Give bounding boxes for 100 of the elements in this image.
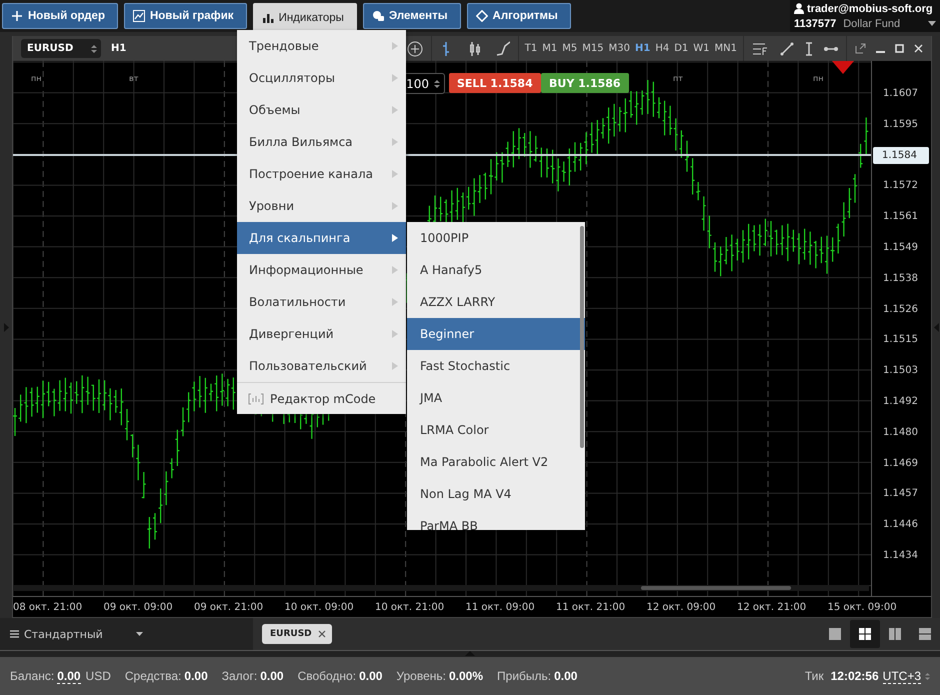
- toolbar-button[interactable]: Алгоритмы: [466, 3, 571, 29]
- timeframe-button[interactable]: M1: [542, 43, 558, 54]
- menu-item[interactable]: LRMA Color: [407, 414, 585, 446]
- submenu-arrow-icon: [392, 202, 398, 210]
- indicator-list-icon[interactable]: [752, 42, 768, 56]
- submenu-arrow-icon: [392, 74, 398, 82]
- menu-item[interactable]: Уровни: [237, 190, 406, 222]
- price-label: 1.1515: [883, 334, 918, 346]
- menu-item[interactable]: Дивергенций: [237, 318, 406, 350]
- time-label: 12 окт. 21:00: [737, 602, 808, 612]
- status-field: Баланс: 0.00 USD: [10, 669, 111, 683]
- menu-item[interactable]: Информационные: [237, 254, 406, 286]
- close-icon[interactable]: [318, 630, 326, 638]
- timeframe-button[interactable]: W1: [693, 43, 710, 54]
- day-label: пт: [673, 74, 683, 83]
- scrollbar[interactable]: [580, 226, 584, 448]
- user-icon: [794, 3, 804, 14]
- sell-button[interactable]: SELL 1.1584: [449, 73, 541, 93]
- detach-icon[interactable]: [855, 43, 866, 54]
- spinner-icon[interactable]: [91, 44, 97, 54]
- menu-item[interactable]: Пользовательский: [237, 350, 406, 382]
- price-label: 1.1469: [883, 458, 918, 469]
- day-label: пн: [813, 74, 824, 83]
- timeframe-button[interactable]: H1: [634, 43, 650, 54]
- menu-item[interactable]: Билла Вильямса: [237, 126, 406, 158]
- submenu-arrow-icon: [392, 138, 398, 146]
- price-label: 1.1607: [883, 88, 918, 99]
- timeframe-button[interactable]: D1: [674, 43, 688, 54]
- timezone-selector[interactable]: UTC+3: [882, 668, 921, 684]
- chart-icon: [132, 10, 145, 22]
- horizontal-line-icon[interactable]: [824, 46, 838, 52]
- toolbar-button[interactable]: Индикаторы: [252, 3, 357, 33]
- timeframe-button[interactable]: T1: [524, 43, 538, 54]
- menu-item[interactable]: Для скальпинга: [237, 222, 406, 254]
- spinner-icon[interactable]: [434, 78, 440, 88]
- menu-item[interactable]: Ma Parabolic Alert V2: [407, 446, 585, 478]
- time-label: 11 окт. 21:00: [556, 602, 626, 612]
- layout-button[interactable]: [850, 620, 880, 648]
- menu-item[interactable]: JMA: [407, 382, 585, 414]
- timeframe-button[interactable]: H4: [655, 43, 670, 54]
- workspace-dropdown[interactable]: Стандартный: [0, 618, 253, 650]
- price-label: 1.1526: [883, 304, 918, 315]
- toolbar-button[interactable]: Новый график: [124, 3, 247, 29]
- price-label: 1.1561: [883, 211, 918, 222]
- timeframe-button[interactable]: M5: [562, 43, 578, 54]
- price-label: 1.1503: [883, 365, 918, 376]
- add-icon[interactable]: [406, 40, 423, 56]
- layout-columns-icon: [889, 628, 901, 640]
- scrollbar[interactable]: [13, 585, 869, 591]
- submenu-arrow-icon: [392, 362, 398, 370]
- caret-icon[interactable]: [928, 21, 936, 26]
- layout-rows-icon: [919, 628, 931, 640]
- buy-button[interactable]: BUY 1.1586: [541, 73, 629, 93]
- menu-item[interactable]: ParMA BB: [407, 510, 585, 530]
- user-email[interactable]: trader@mobius-soft.org: [807, 2, 933, 14]
- menu-item[interactable]: Редактор mCode: [237, 382, 406, 414]
- menu-item[interactable]: A Hanafy5: [407, 254, 585, 286]
- menu-item[interactable]: 1000PIP: [407, 222, 585, 254]
- menu-item[interactable]: AZZX LARRY: [407, 286, 585, 318]
- layout-grid-icon: [859, 628, 871, 640]
- account-name[interactable]: Dollar Fund: [843, 18, 900, 30]
- submenu-arrow-icon: [392, 42, 398, 50]
- status-field: Уровень: 0.00%: [396, 669, 484, 683]
- menu-item[interactable]: Построение канала: [237, 158, 406, 190]
- timeframe-button[interactable]: MN1: [714, 43, 737, 54]
- trend-line-icon[interactable]: [780, 42, 794, 56]
- line-chart-icon[interactable]: [496, 40, 510, 56]
- bar-chart-icon: [262, 12, 274, 24]
- menu-item[interactable]: Волатильности: [237, 286, 406, 318]
- status-field: Свободно: 0.00: [298, 669, 382, 683]
- submenu-arrow-icon: [392, 170, 398, 178]
- menu-item[interactable]: Объемы: [237, 94, 406, 126]
- menu-item[interactable]: Fast Stochastic: [407, 350, 585, 382]
- spinner-icon[interactable]: [925, 672, 930, 680]
- layout-single-icon: [829, 628, 841, 640]
- menu-icon: [10, 630, 19, 638]
- vertical-line-icon[interactable]: [806, 42, 812, 56]
- timeframe-button[interactable]: M15: [582, 43, 604, 54]
- timeframe-button[interactable]: M30: [608, 43, 630, 54]
- toolbar-button[interactable]: Элементы: [362, 3, 461, 29]
- time-label: 10 окт. 21:00: [375, 602, 446, 612]
- price-label: 1.1572: [883, 180, 918, 192]
- status-field: Средства: 0.00: [124, 669, 208, 683]
- time-label: 15 окт. 09:00: [828, 602, 898, 612]
- code-editor-icon: [248, 392, 264, 404]
- menu-item[interactable]: Non Lag MA V4: [407, 478, 585, 510]
- menu-item[interactable]: Трендовые: [237, 30, 406, 62]
- price-label: 1.1434: [883, 550, 918, 561]
- day-label: пн: [31, 74, 42, 83]
- diamond-icon: [476, 10, 488, 22]
- maximize-icon[interactable]: [895, 44, 904, 53]
- chart-tab[interactable]: EURUSD: [262, 624, 332, 644]
- time-label: 08 окт. 21:00: [13, 602, 84, 612]
- price-label: 1.1595: [883, 118, 918, 130]
- submenu-arrow-icon: [392, 266, 398, 274]
- account-number: 1137577: [794, 18, 836, 30]
- symbol-field[interactable]: EURUSD: [21, 39, 101, 58]
- candlestick-icon[interactable]: [468, 40, 482, 56]
- menu-item[interactable]: Beginner: [407, 318, 585, 350]
- toolbar-button[interactable]: Новый ордер: [2, 3, 118, 29]
